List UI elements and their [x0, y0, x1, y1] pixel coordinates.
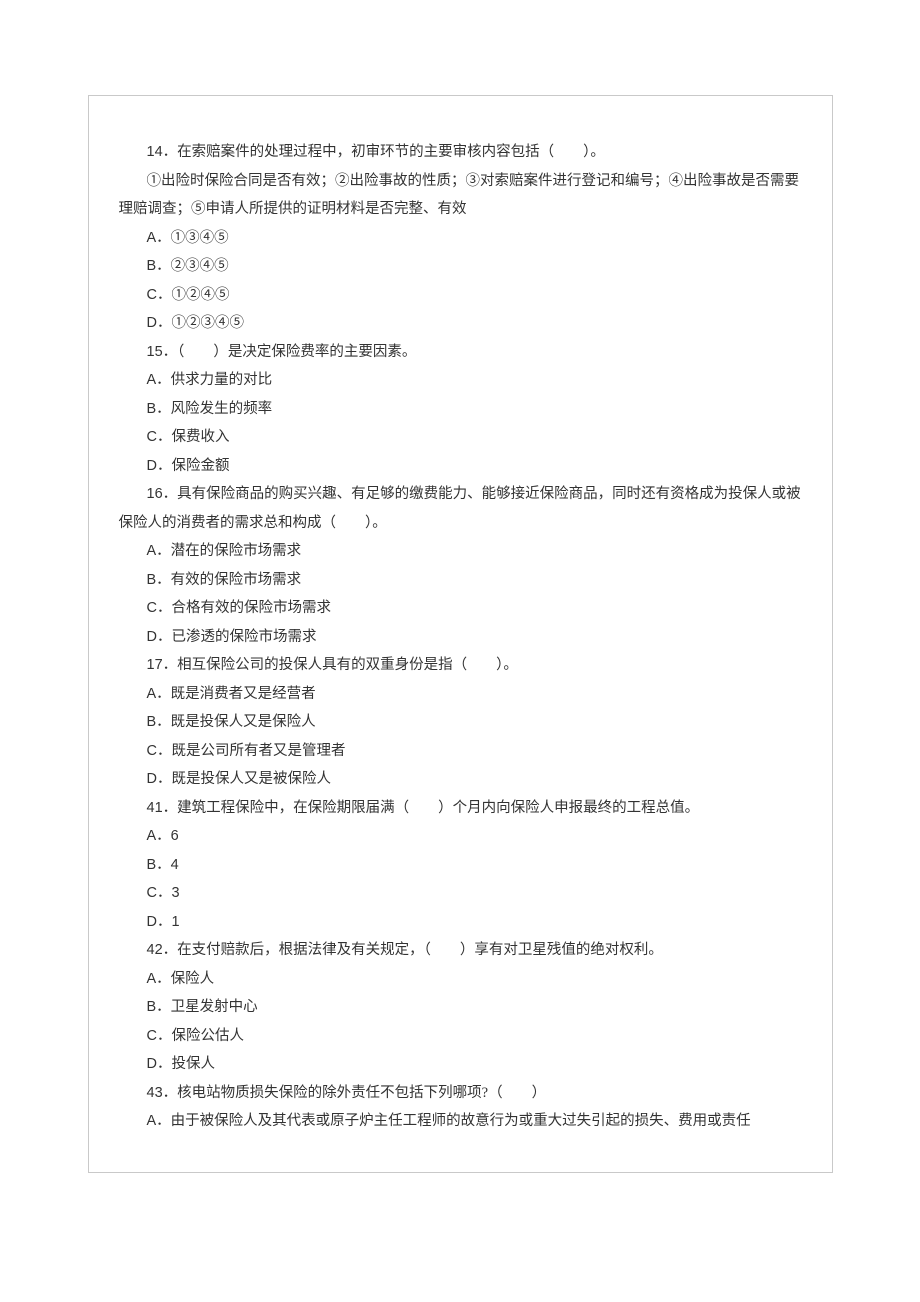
question-43-stem: 43．核电站物质损失保险的除外责任不包括下列哪项?（ ） — [119, 1079, 802, 1108]
option-15-B: B．风险发生的频率 — [119, 395, 802, 424]
option-43-A: A．由于被保险人及其代表或原子炉主任工程师的故意行为或重大过失引起的损失、费用或… — [119, 1107, 802, 1136]
option-16-C: C．合格有效的保险市场需求 — [119, 594, 802, 623]
content-box: 14．在索赔案件的处理过程中，初审环节的主要审核内容包括（ ）。 ①出险时保险合… — [88, 95, 833, 1173]
question-15-stem: 15．（ ）是决定保险费率的主要因素。 — [119, 338, 802, 367]
question-16-stem: 16．具有保险商品的购买兴趣、有足够的缴费能力、能够接近保险商品，同时还有资格成… — [119, 480, 802, 537]
question-41-stem: 41．建筑工程保险中，在保险期限届满（ ）个月内向保险人申报最终的工程总值。 — [119, 794, 802, 823]
question-number: 14 — [147, 144, 163, 160]
question-text: ．在索赔案件的处理过程中，初审环节的主要审核内容包括（ ）。 — [163, 144, 605, 160]
option-17-B: B．既是投保人又是保险人 — [119, 708, 802, 737]
option-15-C: C．保费收入 — [119, 423, 802, 452]
option-14-B: B．②③④⑤ — [119, 252, 802, 281]
option-42-D: D．投保人 — [119, 1050, 802, 1079]
option-14-A: A．①③④⑤ — [119, 224, 802, 253]
option-42-B: B．卫星发射中心 — [119, 993, 802, 1022]
option-41-D: D．1 — [119, 908, 802, 937]
question-14-extra: ①出险时保险合同是否有效；②出险事故的性质；③对索赔案件进行登记和编号；④出险事… — [119, 167, 802, 224]
option-41-B: B．4 — [119, 851, 802, 880]
option-42-A: A．保险人 — [119, 965, 802, 994]
option-14-D: D．①②③④⑤ — [119, 309, 802, 338]
option-16-D: D．已渗透的保险市场需求 — [119, 623, 802, 652]
option-14-C: C．①②④⑤ — [119, 281, 802, 310]
option-15-D: D．保险金额 — [119, 452, 802, 481]
question-17-stem: 17．相互保险公司的投保人具有的双重身份是指（ ）。 — [119, 651, 802, 680]
option-42-C: C．保险公估人 — [119, 1022, 802, 1051]
option-41-C: C．3 — [119, 879, 802, 908]
option-17-A: A．既是消费者又是经营者 — [119, 680, 802, 709]
option-15-A: A．供求力量的对比 — [119, 366, 802, 395]
option-16-B: B．有效的保险市场需求 — [119, 566, 802, 595]
question-42-stem: 42．在支付赔款后，根据法律及有关规定，（ ）享有对卫星残值的绝对权利。 — [119, 936, 802, 965]
question-14-stem: 14．在索赔案件的处理过程中，初审环节的主要审核内容包括（ ）。 — [119, 138, 802, 167]
option-17-D: D．既是投保人又是被保险人 — [119, 765, 802, 794]
document-page: 14．在索赔案件的处理过程中，初审环节的主要审核内容包括（ ）。 ①出险时保险合… — [0, 0, 920, 1302]
option-41-A: A．6 — [119, 822, 802, 851]
option-16-A: A．潜在的保险市场需求 — [119, 537, 802, 566]
option-17-C: C．既是公司所有者又是管理者 — [119, 737, 802, 766]
